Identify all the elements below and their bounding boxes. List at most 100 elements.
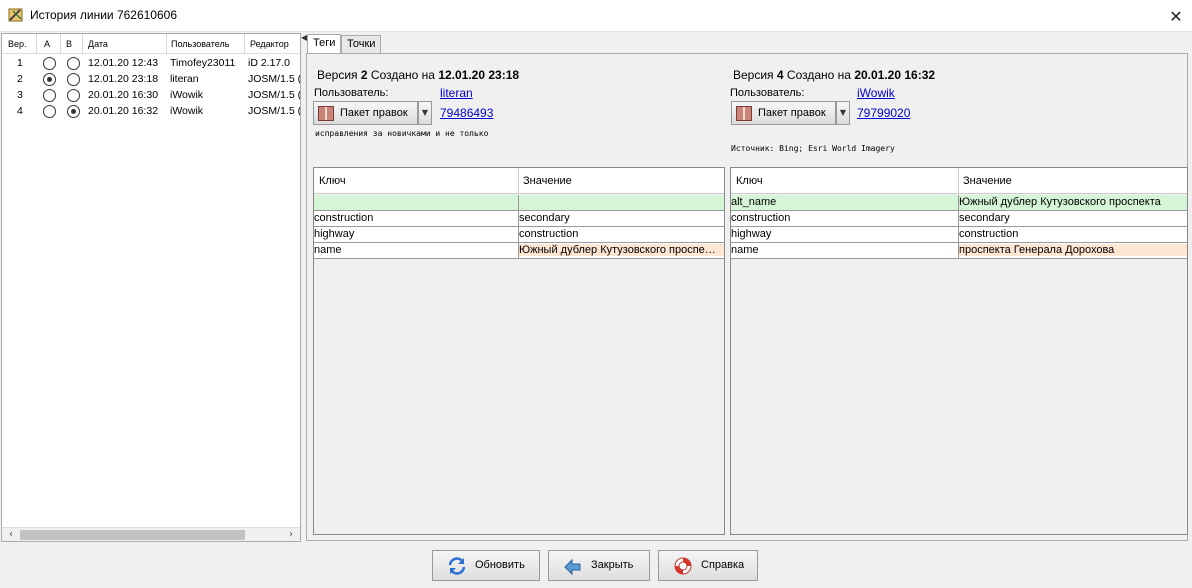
- tag-table-header: Ключ Значение: [314, 168, 724, 194]
- row-version: 2: [17, 73, 23, 85]
- window-title: История линии 762610606: [30, 8, 178, 22]
- tag-key: alt_name: [731, 196, 777, 208]
- left-changeset-comment: исправления за новичками и не только: [315, 129, 489, 138]
- right-changeset-button[interactable]: Пакет правок: [731, 101, 836, 125]
- tag-key: construction: [731, 212, 791, 224]
- col-key[interactable]: Ключ: [736, 175, 763, 187]
- right-version-title: Версия 4 Создано на 20.01.20 16:32: [733, 68, 936, 82]
- tag-value: secondary: [519, 212, 570, 224]
- tag-row[interactable]: construction secondary: [731, 211, 1187, 227]
- left-changeset-link[interactable]: 79486493: [440, 106, 493, 120]
- horizontal-scrollbar[interactable]: ‹ ›: [2, 527, 300, 541]
- tag-key: highway: [314, 228, 355, 240]
- refresh-icon: [448, 557, 466, 575]
- row-editor: JOSM/1.5 (: [248, 105, 300, 117]
- back-arrow-icon: [564, 558, 581, 576]
- right-changeset-dropdown[interactable]: ▼: [836, 101, 850, 125]
- row-date: 20.01.20 16:32: [88, 105, 159, 117]
- col-editor[interactable]: Редактор: [250, 39, 289, 49]
- row-user: iWowik: [170, 105, 204, 117]
- row-user: iWowik: [170, 89, 204, 101]
- left-changeset-button[interactable]: Пакет правок: [313, 101, 418, 125]
- col-b[interactable]: B: [66, 39, 72, 49]
- scrollbar-thumb[interactable]: [20, 530, 245, 540]
- tag-key: highway: [731, 228, 772, 240]
- tags-panel: Версия 2 Создано на 12.01.20 23:18 Польз…: [306, 53, 1188, 541]
- radio-a[interactable]: [43, 105, 56, 118]
- package-icon: [736, 106, 752, 121]
- tag-value: Южный дублер Кутузовского проспекта: [959, 196, 1161, 208]
- history-row[interactable]: 2 12.01.20 23:18 literan JOSM/1.5 (: [2, 72, 300, 88]
- tag-row[interactable]: [314, 195, 724, 211]
- col-date[interactable]: Дата: [88, 39, 108, 49]
- tag-value: secondary: [959, 212, 1010, 224]
- col-version[interactable]: Вер.: [8, 39, 27, 49]
- radio-b[interactable]: [67, 105, 80, 118]
- history-row[interactable]: 3 20.01.20 16:30 iWowik JOSM/1.5 (: [2, 88, 300, 104]
- button-bar: Обновить Закрыть Справка: [0, 542, 1192, 588]
- left-changeset-dropdown[interactable]: ▼: [418, 101, 432, 125]
- tag-key: construction: [314, 212, 374, 224]
- right-changeset-comment: Источник: Bing; Esri World Imagery: [731, 144, 895, 153]
- scroll-left-icon[interactable]: ‹: [4, 528, 18, 542]
- help-button[interactable]: Справка: [658, 550, 758, 581]
- tag-key: name: [314, 244, 342, 256]
- row-version: 3: [17, 89, 23, 101]
- col-a[interactable]: A: [44, 39, 50, 49]
- left-user-link[interactable]: literan: [440, 86, 473, 100]
- col-value[interactable]: Значение: [963, 175, 1012, 187]
- close-button[interactable]: Закрыть: [548, 550, 650, 581]
- tag-table-header: Ключ Значение: [731, 168, 1187, 194]
- left-version-title: Версия 2 Создано на 12.01.20 23:18: [317, 68, 520, 82]
- tag-row[interactable]: highway construction: [731, 227, 1187, 243]
- radio-a[interactable]: [43, 73, 56, 86]
- row-editor: JOSM/1.5 (: [248, 73, 300, 85]
- col-value[interactable]: Значение: [523, 175, 572, 187]
- row-date: 12.01.20 23:18: [88, 73, 159, 85]
- radio-a[interactable]: [43, 57, 56, 70]
- right-changeset-link[interactable]: 79799020: [857, 106, 910, 120]
- row-user: literan: [170, 73, 199, 85]
- left-tag-table: Ключ Значение construction secondary hig…: [313, 167, 725, 535]
- row-date: 12.01.20 12:43: [88, 57, 159, 69]
- row-editor: JOSM/1.5 (: [248, 89, 300, 101]
- tag-row[interactable]: name Южный дублер Кутузовского проспе…: [314, 243, 724, 259]
- josm-icon: [8, 8, 23, 22]
- tag-value: construction: [519, 228, 579, 240]
- tab-tags[interactable]: Теги: [307, 34, 342, 54]
- row-date: 20.01.20 16:30: [88, 89, 159, 101]
- col-user[interactable]: Пользователь: [171, 39, 229, 49]
- tag-row[interactable]: construction secondary: [314, 211, 724, 227]
- left-user-label: Пользователь:: [314, 87, 389, 99]
- history-row[interactable]: 1 12.01.20 12:43 Timofey23011 iD 2.17.0: [2, 56, 300, 72]
- tag-row[interactable]: alt_name Южный дублер Кутузовского просп…: [731, 195, 1187, 211]
- right-user-label: Пользователь:: [730, 87, 805, 99]
- tag-value: Южный дублер Кутузовского проспе…: [519, 244, 724, 256]
- row-user: Timofey23011: [170, 57, 236, 69]
- scroll-right-icon[interactable]: ›: [284, 528, 298, 542]
- history-row[interactable]: 4 20.01.20 16:32 iWowik JOSM/1.5 (: [2, 104, 300, 120]
- tag-row[interactable]: highway construction: [314, 227, 724, 243]
- tab-nodes[interactable]: Точки: [341, 35, 382, 54]
- row-version: 1: [17, 57, 23, 69]
- right-tag-table: Ключ Значение alt_name Южный дублер Куту…: [730, 167, 1188, 535]
- package-icon: [318, 106, 334, 121]
- radio-b[interactable]: [67, 89, 80, 102]
- tag-value: construction: [959, 228, 1019, 240]
- right-user-link[interactable]: iWowik: [857, 86, 895, 100]
- close-icon[interactable]: ✕: [1160, 0, 1192, 32]
- history-header: Вер. A B Дата Пользователь Редактор: [2, 34, 300, 54]
- refresh-button[interactable]: Обновить: [432, 550, 540, 581]
- tag-key: name: [731, 244, 759, 256]
- tag-row[interactable]: name проспекта Генерала Дорохова: [731, 243, 1187, 259]
- radio-a[interactable]: [43, 89, 56, 102]
- history-table: Вер. A B Дата Пользователь Редактор 1 12…: [1, 33, 301, 542]
- title-bar: История линии 762610606 ✕: [0, 0, 1192, 32]
- radio-b[interactable]: [67, 73, 80, 86]
- row-editor: iD 2.17.0: [248, 57, 291, 69]
- lifebuoy-icon: [674, 557, 692, 575]
- radio-b[interactable]: [67, 57, 80, 70]
- tag-value: проспекта Генерала Дорохова: [959, 244, 1187, 256]
- col-key[interactable]: Ключ: [319, 175, 346, 187]
- row-version: 4: [17, 105, 23, 117]
